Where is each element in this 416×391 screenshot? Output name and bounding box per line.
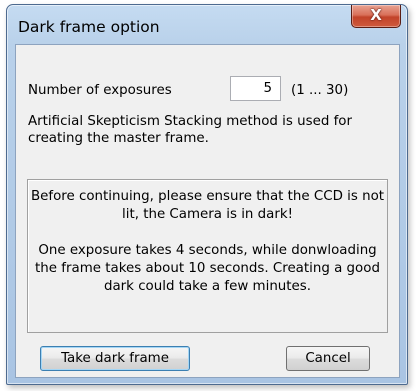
take-dark-frame-button[interactable]: Take dark frame bbox=[40, 346, 190, 371]
warning-text: Before continuing, please ensure that th… bbox=[30, 189, 385, 222]
exposures-range-label: (1 ... 30) bbox=[291, 83, 349, 98]
close-icon: X bbox=[370, 6, 382, 24]
cancel-button[interactable]: Cancel bbox=[286, 346, 370, 371]
exposures-label: Number of exposures bbox=[28, 83, 172, 98]
dialog-body: Number of exposures (1 ... 30) Artificia… bbox=[15, 44, 400, 378]
title-bar[interactable]: Dark frame option X bbox=[7, 5, 407, 36]
info-box: Before continuing, please ensure that th… bbox=[27, 179, 388, 333]
close-button[interactable]: X bbox=[351, 5, 401, 28]
window-title: Dark frame option bbox=[18, 18, 160, 36]
stacking-method-text: Artificial Skepticism Stacking method is… bbox=[28, 114, 353, 146]
dialog-window: Dark frame option X Number of exposures … bbox=[6, 4, 408, 385]
timing-text: One exposure takes 4 seconds, while donw… bbox=[35, 243, 380, 294]
exposures-input[interactable] bbox=[230, 76, 281, 101]
